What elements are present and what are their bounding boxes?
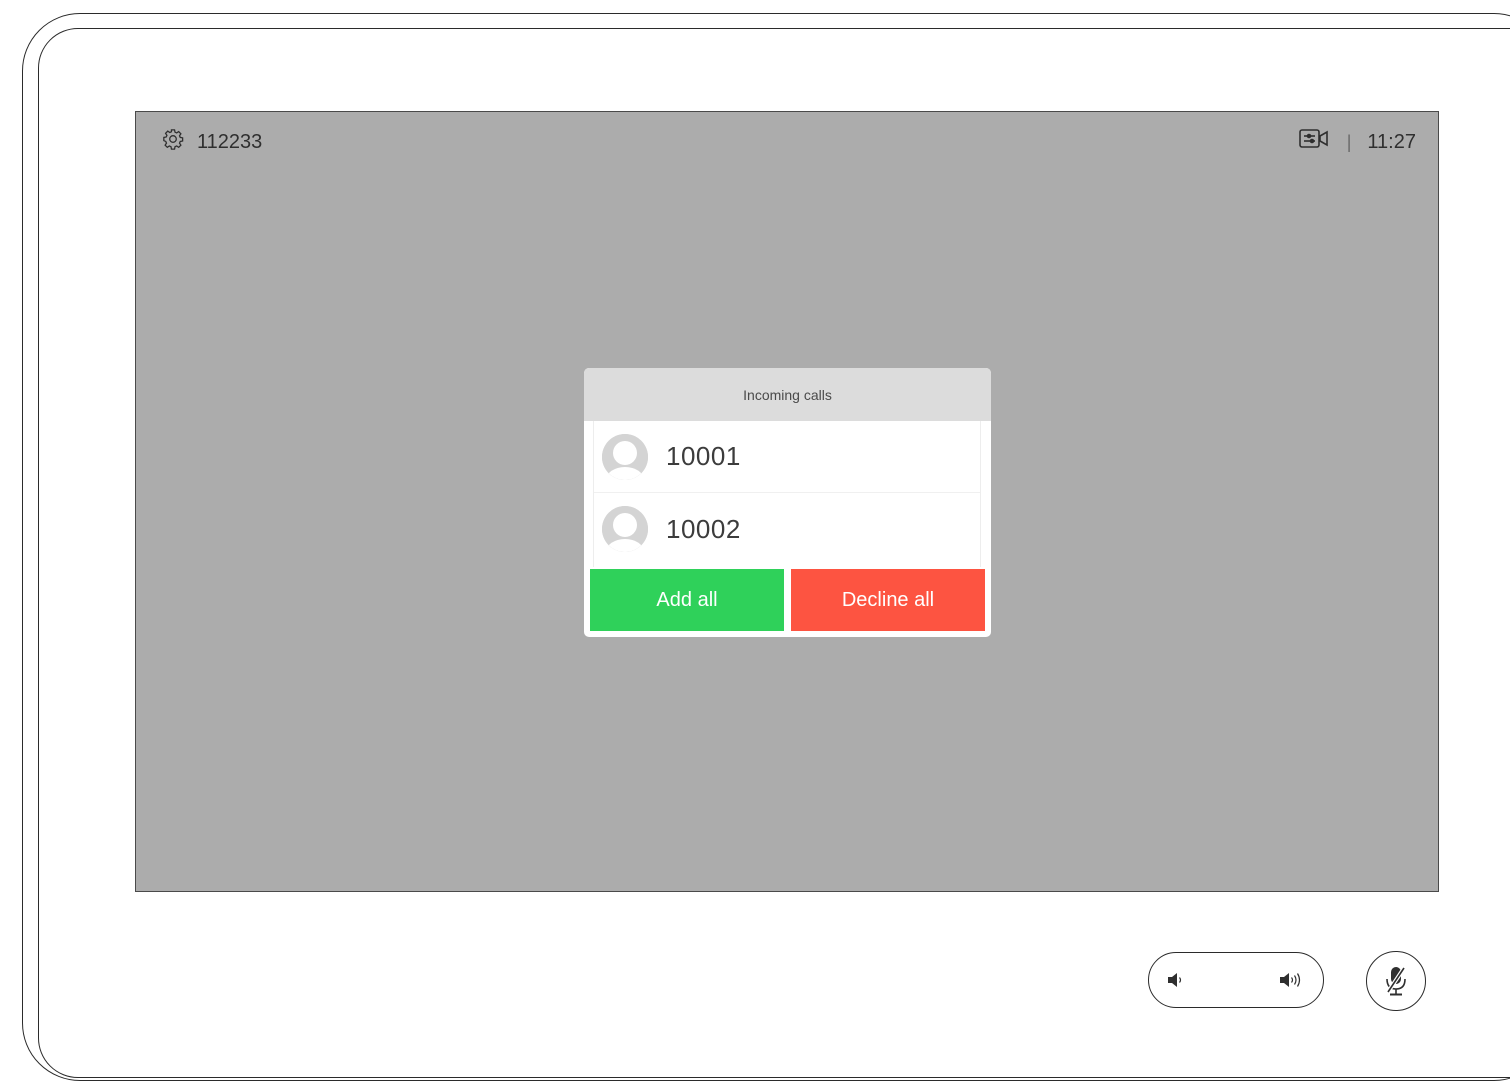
incoming-calls-dialog: Incoming calls 10001 10002 Add all Decli… bbox=[584, 368, 991, 637]
call-item[interactable]: 10001 bbox=[594, 421, 980, 493]
status-right: | 11:27 bbox=[1298, 128, 1416, 156]
status-left: 112233 bbox=[162, 129, 262, 155]
add-all-button[interactable]: Add all bbox=[590, 569, 784, 631]
avatar-placeholder-icon bbox=[602, 433, 648, 480]
volume-down-icon[interactable] bbox=[1167, 971, 1183, 994]
dialog-title: Incoming calls bbox=[584, 368, 991, 421]
camera-control-icon[interactable] bbox=[1298, 128, 1329, 156]
decline-all-button[interactable]: Decline all bbox=[791, 569, 985, 631]
volume-up-icon[interactable] bbox=[1279, 971, 1303, 994]
system-name: 112233 bbox=[197, 130, 263, 153]
call-item[interactable]: 10002 bbox=[594, 493, 980, 565]
avatar-placeholder-icon bbox=[602, 506, 648, 552]
volume-control bbox=[1148, 952, 1324, 1008]
microphone-muted-icon[interactable] bbox=[1366, 951, 1426, 1011]
clock: 11:27 bbox=[1367, 130, 1416, 153]
caller-number: 10001 bbox=[666, 441, 741, 471]
call-list: 10001 10002 bbox=[593, 421, 981, 567]
main-screen: 112233 | 11:27 Incoming calls 10001 1000… bbox=[135, 111, 1439, 892]
caller-number: 10002 bbox=[666, 513, 741, 544]
gear-icon[interactable] bbox=[162, 128, 197, 156]
status-separator: | bbox=[1346, 131, 1352, 152]
